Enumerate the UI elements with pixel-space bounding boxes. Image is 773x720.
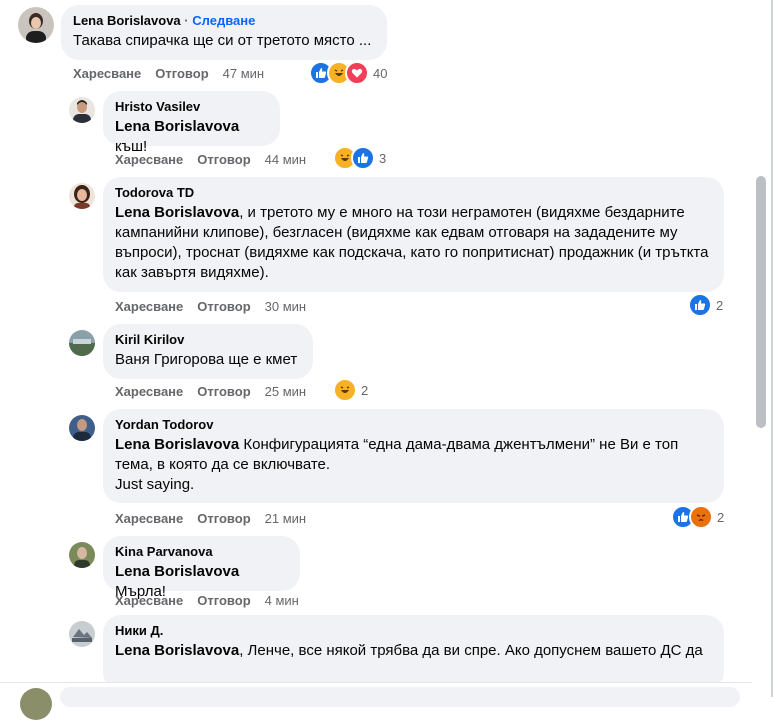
reaction-summary[interactable]: 3 [333,146,387,170]
scrollbar-thumb[interactable] [756,176,766,428]
like-reaction-icon [688,293,712,317]
timestamp[interactable]: 44 мин [265,152,306,167]
like-button[interactable]: Харесване [115,152,183,167]
reaction-count: 2 [361,382,369,398]
comment-author[interactable]: Hristo Vasilev [115,99,268,115]
avatar[interactable] [69,542,95,568]
avatar[interactable] [69,183,95,209]
reaction-count: 2 [716,297,724,313]
comment-author[interactable]: Kiril Kirilov [115,332,301,348]
comment-actions: Харесване Отговор 4 мин [115,593,313,608]
comment-text: , Ленче, все някой трябва да ви спре. Ак… [239,642,703,659]
reaction-count: 2 [717,509,725,525]
reaction-summary[interactable]: 2 [333,378,369,402]
reaction-count: 40 [373,65,388,81]
reply-input[interactable] [60,687,740,707]
timestamp[interactable]: 30 мин [265,299,306,314]
comment-author[interactable]: Ники Д. [115,623,712,639]
comment-bubble: Ники Д. Lena Borislavova, Ленче, все няк… [103,615,724,690]
timestamp[interactable]: 47 мин [223,66,264,81]
comment-author[interactable]: Kina Parvanova [115,544,288,560]
like-button[interactable]: Харесване [115,593,183,608]
comment-actions: Харесване Отговор 21 мин [115,511,320,526]
reaction-summary[interactable]: 2 [688,293,724,317]
comment-bubble: Yordan Todorov Lena Borislavova Конфигур… [103,409,724,503]
avatar[interactable] [69,415,95,441]
comment-bubble: Kiril Kirilov Ваня Григорова ще е кмет [103,324,313,379]
comment-author[interactable]: Yordan Todorov [115,417,712,433]
comment-author[interactable]: Lena Borislavova [73,13,181,28]
mention-link[interactable]: Lena Borislavova [115,642,239,659]
follow-button[interactable]: Следване [192,13,255,28]
comment-author[interactable]: Todorova TD [115,185,712,201]
timestamp[interactable]: 4 мин [265,593,299,608]
reaction-summary[interactable]: 40 [309,61,388,85]
mention-link[interactable]: Lena Borislavova [115,563,239,580]
reply-button[interactable]: Отговор [197,152,250,167]
reaction-summary[interactable]: 2 [671,505,725,529]
mention-link[interactable]: Lena Borislavova [115,118,239,135]
comment-text: Такава спирачка ще си от третото място .… [73,32,372,49]
separator-dot: · [184,13,189,28]
reply-button[interactable]: Отговор [197,384,250,399]
mention-link[interactable]: Lena Borislavova [115,204,239,221]
avatar[interactable] [69,330,95,356]
like-reaction-icon [351,146,375,170]
like-button[interactable]: Харесване [115,299,183,314]
like-button[interactable]: Харесване [115,511,183,526]
reply-button[interactable]: Отговор [155,66,208,81]
comment-bubble: Todorova TD Lena Borislavova, и третото … [103,177,724,292]
comment-bubble: Kina Parvanova Lena Borislavova Мърла! [103,536,300,600]
comment-text: Just saying. [115,476,195,493]
reaction-count: 3 [379,150,387,166]
comment-bubble: Hristo Vasilev Lena Borislavova къш! [103,91,280,155]
avatar[interactable] [69,621,95,647]
love-reaction-icon [345,61,369,85]
comment-actions: Харесване Отговор 44 мин [115,152,320,167]
reply-button[interactable]: Отговор [197,593,250,608]
comment-bubble: Lena Borislavova · Следване Такава спира… [61,5,387,60]
comment-actions: Харесване Отговор 30 мин [115,299,320,314]
timestamp[interactable]: 25 мин [265,384,306,399]
current-user-avatar[interactable] [20,688,52,720]
like-button[interactable]: Харесване [115,384,183,399]
avatar[interactable] [18,7,54,43]
timestamp[interactable]: 21 мин [265,511,306,526]
avatar[interactable] [69,97,95,123]
haha-reaction-icon [333,378,357,402]
reply-button[interactable]: Отговор [197,511,250,526]
reply-button[interactable]: Отговор [197,299,250,314]
like-button[interactable]: Харесване [73,66,141,81]
comment-actions: Харесване Отговор 47 мин [73,66,278,81]
mention-link[interactable]: Lena Borislavova [115,436,239,453]
comment-actions: Харесване Отговор 25 мин [115,384,320,399]
comment-text: Ваня Григорова ще е кмет [115,351,298,368]
angry-reaction-icon [689,505,713,529]
